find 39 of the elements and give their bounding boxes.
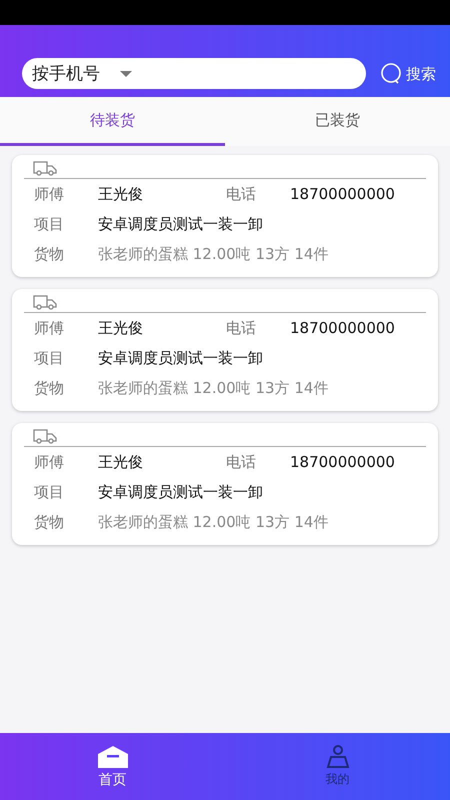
field-label: 电话 (226, 452, 257, 472)
field-label: 货物 (34, 512, 65, 532)
phone-number: 18700000000 (290, 319, 395, 337)
truck-icon (32, 294, 58, 310)
field-label: 货物 (34, 244, 65, 264)
search-button[interactable]: 搜索 (380, 63, 436, 89)
field-label: 电话 (226, 184, 257, 204)
goods-info: 张老师的蛋糕 12.00吨 13方 14件 (98, 378, 328, 398)
home-icon (96, 744, 128, 768)
filter-dropdown[interactable]: 按手机号 (32, 62, 132, 85)
driver-name: 王光俊 (98, 184, 144, 204)
order-card[interactable]: 师傅 王光俊 电话 18700000000 项目 安卓调度员测试一装一卸 货物 张老师的蛋糕 12.00吨 13方 14件 (12, 155, 438, 277)
field-label: 货物 (34, 378, 65, 398)
field-label: 师傅 (34, 452, 65, 472)
truck-icon (32, 428, 58, 444)
driver-name: 王光俊 (98, 452, 144, 472)
order-card[interactable]: 师傅 王光俊 电话 18700000000 项目 安卓调度员测试一装一卸 货物 张老师的蛋糕 12.00吨 13方 14件 (12, 289, 438, 411)
caret-icon (120, 70, 132, 76)
tab[interactable]: 已装货 (225, 97, 450, 146)
project-name: 安卓调度员测试一装一卸 (98, 214, 263, 234)
search-icon (380, 63, 402, 85)
tab[interactable]: 待装货 (0, 97, 225, 146)
project-name: 安卓调度员测试一装一卸 (98, 348, 263, 368)
order-card[interactable]: 师傅 王光俊 电话 18700000000 项目 安卓调度员测试一装一卸 货物 张老师的蛋糕 12.00吨 13方 14件 (12, 423, 438, 545)
truck-icon (32, 160, 58, 176)
phone-number: 18700000000 (290, 185, 395, 203)
field-label: 项目 (34, 348, 65, 368)
search-field[interactable]: 按手机号 (22, 58, 366, 89)
project-name: 安卓调度员测试一装一卸 (98, 482, 263, 502)
field-label: 师傅 (34, 318, 65, 338)
field-label: 电话 (226, 318, 257, 338)
nav-tab[interactable]: 首页 (0, 733, 225, 800)
field-label: 项目 (34, 482, 65, 502)
goods-info: 张老师的蛋糕 12.00吨 13方 14件 (98, 512, 328, 532)
field-label: 项目 (34, 214, 65, 234)
driver-name: 王光俊 (98, 318, 144, 338)
phone-number: 18700000000 (290, 453, 395, 471)
goods-info: 张老师的蛋糕 12.00吨 13方 14件 (98, 244, 328, 264)
field-label: 师傅 (34, 184, 65, 204)
